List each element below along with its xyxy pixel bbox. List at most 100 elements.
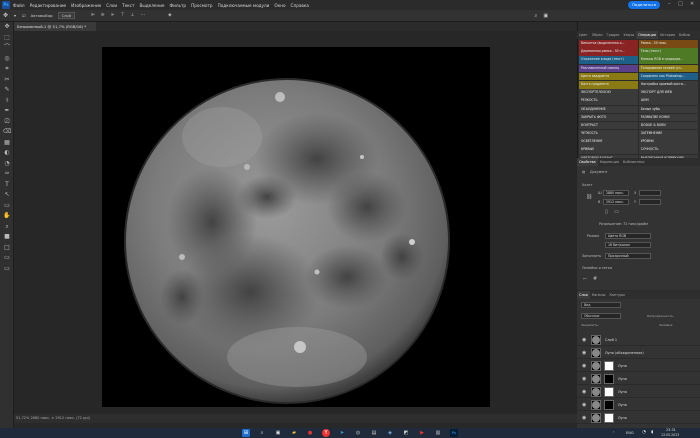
action-button[interactable]: Белые зубы	[638, 105, 698, 114]
action-button[interactable]: Рамка - 50 пикс.	[638, 40, 698, 48]
object-select-tool-icon[interactable]: ◎	[0, 54, 14, 65]
height-field[interactable]: 2912 пикс.	[603, 199, 629, 205]
action-button[interactable]: Каналы RGB в градации...	[638, 56, 698, 64]
menu-filter[interactable]: Фильтр	[170, 3, 187, 8]
chevron-down-icon[interactable]: ▾	[14, 13, 16, 18]
photoshop-taskbar-icon[interactable]: Ps	[450, 429, 458, 437]
align-top-icon[interactable]: ⊤	[121, 13, 125, 18]
more-options-icon[interactable]: ⋯	[141, 13, 146, 18]
tab-actions[interactable]: Операции	[636, 31, 659, 39]
width-field[interactable]: 2880 пикс.	[603, 190, 629, 196]
action-button[interactable]: УРОВНИ	[638, 138, 698, 146]
menu-view[interactable]: Просмотр	[191, 3, 213, 8]
layer-row[interactable]: ◉ Луна (объединенное)	[577, 347, 700, 359]
visibility-eye-icon[interactable]: ◉	[582, 350, 586, 356]
app-icon-5[interactable]: ▶	[418, 429, 426, 437]
action-button[interactable]: Расплавленный свинец	[579, 64, 639, 73]
healing-brush-tool-icon[interactable]: ⚕	[0, 96, 14, 107]
telegram-icon[interactable]: ➤	[338, 429, 346, 437]
close-icon[interactable]: ✕	[690, 1, 694, 7]
action-button[interactable]: ЗАКРЫТЬ ФОТО	[579, 113, 639, 122]
action-button[interactable]: Виньетка (выделенная о...	[579, 40, 639, 48]
action-button[interactable]: Тонирование сепией (сл...	[638, 64, 698, 73]
portrait-icon[interactable]: ▯	[605, 209, 608, 215]
grid-icon[interactable]: #	[593, 276, 597, 282]
action-button[interactable]: DODGE & BURN	[638, 121, 698, 130]
tab-layers[interactable]: Слои	[577, 291, 590, 299]
menu-window[interactable]: Окно	[274, 3, 285, 8]
action-button[interactable]: Деревянная рамка - 50 п...	[579, 48, 639, 56]
foreground-color-icon[interactable]: ■	[0, 232, 14, 243]
crop-tool-icon[interactable]: ⌗	[0, 64, 14, 75]
layer-row[interactable]: ◉ Луна	[577, 373, 700, 385]
action-button[interactable]: ОСВЕТЛЕНИЕ	[579, 138, 639, 146]
autoselect-dropdown[interactable]: Слой	[57, 12, 75, 19]
app-icon-2[interactable]: ▤	[370, 429, 378, 437]
language-indicator[interactable]: ENG	[626, 431, 634, 435]
blur-tool-icon[interactable]: ◐	[0, 148, 14, 159]
blend-mode-dropdown[interactable]: Обычные	[581, 313, 621, 319]
volume-icon[interactable]: ◖	[651, 430, 653, 435]
action-button[interactable]: Отражение в воде (текст)	[579, 56, 639, 64]
search-icon[interactable]: ⌕	[258, 429, 266, 437]
3d-mode-icon[interactable]: ◈	[168, 13, 171, 18]
action-button[interactable]: СОЧНОСТЬ	[638, 146, 698, 155]
explorer-icon[interactable]: ▰	[290, 429, 298, 437]
layer-row[interactable]: ◉ Луна	[577, 360, 700, 372]
checkbox-icon[interactable]: ☑	[22, 13, 26, 18]
tab-swatches[interactable]: Образ	[590, 31, 605, 39]
zoom-tool-icon[interactable]: ⌕	[0, 222, 14, 233]
menu-plugins[interactable]: Подключаемые модули	[218, 3, 270, 8]
action-button[interactable]: ОБЪЕДИНЕНИЕ	[579, 105, 639, 114]
share-button[interactable]: Поделиться	[628, 1, 660, 9]
menu-select[interactable]: Выделение	[140, 3, 165, 8]
tab-history[interactable]: История	[658, 31, 677, 39]
move-tool-icon[interactable]: ✥	[0, 22, 14, 33]
brush-tool-icon[interactable]: ✒	[0, 106, 14, 117]
align-center-icon[interactable]: ⊪	[101, 13, 105, 18]
tab-color[interactable]: Цвет	[577, 31, 590, 39]
visibility-eye-icon[interactable]: ◉	[582, 337, 586, 343]
menu-layers[interactable]: Слои	[106, 3, 117, 8]
document-canvas[interactable]	[102, 47, 490, 407]
search-icon[interactable]: ⌕	[535, 13, 538, 19]
dodge-tool-icon[interactable]: ◔	[0, 159, 14, 170]
layer-row[interactable]: ◉ Луна	[577, 386, 700, 398]
menu-file[interactable]: Файл	[13, 3, 25, 8]
workspace-icon[interactable]: ▣	[543, 13, 548, 19]
hand-tool-icon[interactable]: ✋	[0, 211, 14, 222]
task-view-icon[interactable]: ▣	[274, 429, 282, 437]
wifi-icon[interactable]: ◔	[642, 430, 646, 435]
clock-time[interactable]: 23:31	[666, 428, 676, 432]
move-tool-icon[interactable]: ✥	[3, 12, 8, 19]
visibility-eye-icon[interactable]: ◉	[582, 415, 586, 421]
tab-gradients[interactable]: Градие	[605, 31, 622, 39]
tab-properties[interactable]: Свойства	[577, 158, 598, 166]
lasso-tool-icon[interactable]: ⌒	[0, 43, 14, 54]
tray-arrow-icon[interactable]: ⌃	[612, 431, 615, 435]
rectangle-tool-icon[interactable]: ▭	[0, 201, 14, 212]
align-middle-icon[interactable]: ⊥	[131, 13, 135, 18]
action-button[interactable]: РАЗМЫТИЕ КОЖИ	[638, 113, 698, 122]
menu-edit[interactable]: Редактирование	[30, 3, 67, 8]
app-icon-6[interactable]: ▥	[434, 429, 442, 437]
action-button[interactable]: КОНТРАСТ	[579, 121, 639, 130]
action-button[interactable]: Настройка краевой кисти...	[638, 80, 698, 89]
landscape-icon[interactable]: ▭	[614, 209, 619, 215]
menu-text[interactable]: Текст	[122, 3, 134, 8]
app-icon[interactable]: ◍	[354, 429, 362, 437]
gradient-tool-icon[interactable]: ▦	[0, 138, 14, 149]
screen-mode-icon[interactable]: ▭	[0, 264, 14, 275]
action-button[interactable]: Цвета квадранта	[579, 72, 639, 81]
align-left-icon[interactable]: ⊫	[91, 13, 95, 18]
layer-row[interactable]: ◉ Луна	[577, 399, 700, 411]
document-tab[interactable]: Безымянный-1 @ 51,7% (RGB/16) *	[14, 22, 96, 31]
stamp-tool-icon[interactable]: ⎚	[0, 117, 14, 128]
marquee-tool-icon[interactable]: ⬚	[0, 33, 14, 44]
link-icon[interactable]: ⛓	[586, 194, 592, 200]
action-button[interactable]: Сохранить как Photoshop...	[638, 72, 698, 81]
tab-paths[interactable]: Контуры	[607, 291, 627, 299]
action-button[interactable]: КРИВЫЕ	[579, 146, 639, 155]
layer-mask-thumbnail[interactable]	[604, 400, 614, 410]
frame-tool-icon[interactable]: ✂	[0, 75, 14, 86]
